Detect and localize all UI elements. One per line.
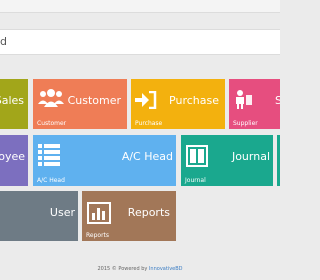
columns-icon — [186, 145, 208, 171]
search-value: d — [0, 35, 7, 48]
purchase-sublabel: Purchase — [135, 120, 163, 127]
user-group-icon — [234, 89, 254, 113]
customer-sublabel: Customer — [37, 120, 67, 127]
sales-label: Sales — [0, 94, 24, 107]
reports-tile[interactable]: Reports Reports — [82, 191, 176, 241]
achead-sublabel: A/C Head — [37, 177, 65, 184]
customer-label: Customer — [67, 94, 121, 107]
purchase-label: Purchase — [169, 94, 219, 107]
footer-text: 2015 © Powered by — [97, 266, 149, 272]
list-icon — [38, 144, 60, 170]
footer: 2015 © Powered by InnovativeBD — [0, 266, 280, 272]
user-tile[interactable]: User — [0, 191, 78, 241]
supplier-label: S — [275, 94, 280, 107]
journal-tile[interactable]: Journal Journal — [181, 135, 273, 186]
achead-tile[interactable]: A/C Head A/C Head — [33, 135, 176, 186]
sales-tile[interactable]: Sales — [0, 79, 28, 129]
reports-label: Reports — [127, 206, 170, 219]
supplier-tile[interactable]: S Supplier — [229, 79, 280, 129]
top-bar — [0, 0, 280, 13]
bar-chart-icon — [87, 202, 111, 228]
footer-link[interactable]: InnovativeBD — [149, 266, 183, 272]
journal-label: Journal — [231, 150, 270, 163]
employee-label: oyee — [0, 150, 25, 163]
user-label: User — [49, 206, 75, 219]
journal-sublabel: Journal — [185, 177, 206, 184]
supplier-sublabel: Supplier — [233, 120, 258, 127]
achead-label: A/C Head — [121, 150, 173, 163]
reports-sublabel: Reports — [86, 232, 110, 239]
customer-tile[interactable]: Customer Customer — [33, 79, 127, 129]
sign-in-icon — [135, 90, 157, 113]
search-bar[interactable]: d — [0, 29, 280, 55]
users-icon — [38, 88, 64, 112]
employee-tile[interactable]: oyee — [0, 135, 28, 186]
extra-tile[interactable] — [277, 135, 280, 186]
purchase-tile[interactable]: Purchase Purchase — [131, 79, 225, 129]
